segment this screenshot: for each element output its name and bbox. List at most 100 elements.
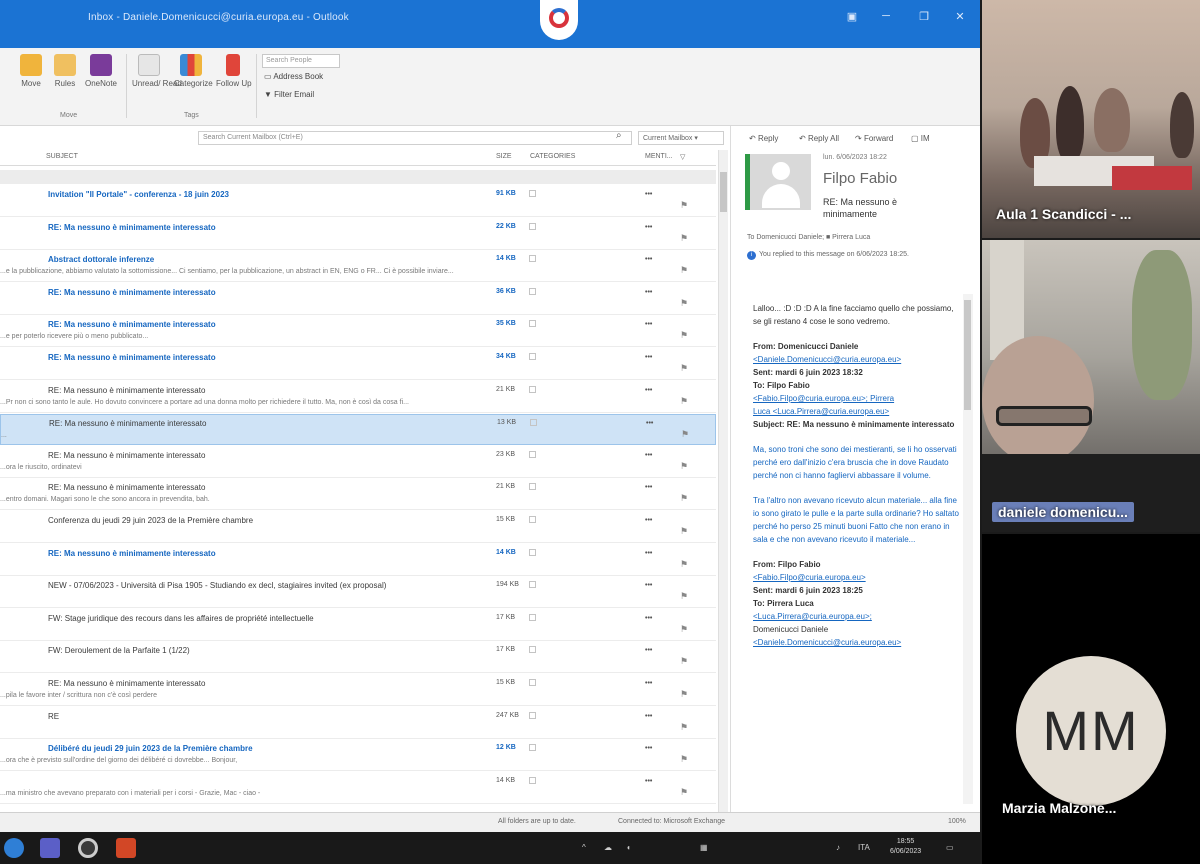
flag-icon[interactable]: ⚑ (680, 559, 688, 570)
message-row[interactable]: Abstract dottorale inferenze ...e la pubb… (0, 251, 716, 283)
filter-email-button[interactable]: ▼ Filter Email (264, 90, 314, 99)
email-link[interactable]: <Daniele.Domenicucci@curia.europa.eu> (753, 355, 901, 364)
close-button[interactable]: ✕ (950, 10, 970, 23)
tray-overflow-icon[interactable]: ^ (582, 843, 586, 852)
flag-icon[interactable]: ⚑ (680, 526, 688, 537)
sender-name[interactable]: Filpo Fabio (823, 170, 897, 187)
message-row[interactable]: FW: Deroulement de la Parfaite 1 (1/22) 1… (0, 642, 716, 674)
flag-icon[interactable]: ⚑ (680, 461, 688, 472)
category-box[interactable] (530, 419, 537, 427)
message-row[interactable]: RE: Ma nessuno è minimamente interessato… (0, 284, 716, 315)
flag-icon[interactable]: ⚑ (680, 396, 688, 407)
follow-up-button[interactable]: Follow Up (216, 54, 252, 88)
maximize-button[interactable]: ❐ (914, 10, 934, 23)
message-row[interactable]: RE: Ma nessuno è minimamente interessato… (0, 349, 716, 380)
column-categories[interactable]: CATEGORIES (530, 153, 575, 160)
message-row[interactable]: Conferenza du jeudi 29 juin 2023 de la P… (0, 512, 716, 543)
category-box[interactable] (529, 776, 536, 784)
category-box[interactable] (529, 190, 536, 197)
category-box[interactable] (529, 516, 536, 523)
email-link[interactable]: <Fabio.Filpo@curia.europa.eu>; Pirrera (753, 394, 894, 403)
email-link[interactable]: <Daniele.Domenicucci@curia.europa.eu> (753, 638, 901, 647)
message-row[interactable]: RE: Ma nessuno è minimamente interessato… (0, 479, 716, 511)
email-link[interactable]: <Luca.Pirrera@curia.europa.eu>; (753, 612, 872, 621)
email-link[interactable]: <Fabio.Filpo@curia.europa.eu> (753, 573, 866, 582)
flag-icon[interactable]: ⚑ (680, 493, 688, 504)
language-indicator[interactable]: ITA (858, 843, 870, 852)
flag-icon[interactable]: ⚑ (680, 298, 688, 309)
category-box[interactable] (529, 353, 536, 360)
message-row[interactable]: RE: Ma nessuno è minimamente interessato… (0, 382, 716, 413)
reply-button[interactable]: ↶ Reply (749, 134, 778, 143)
message-row[interactable]: RE: Ma nessuno è minimamente interessato… (0, 219, 716, 250)
minimize-button[interactable]: ─ (876, 10, 896, 22)
zoom-level[interactable]: 100% (948, 818, 966, 825)
message-row[interactable]: ...ma ministro che avevano preparato con… (0, 773, 716, 804)
categorize-button[interactable]: Categorize (174, 54, 213, 88)
notifications-icon[interactable]: ▭ (946, 843, 954, 852)
search-people-input[interactable]: Search People (262, 54, 340, 68)
flag-icon[interactable]: ⚑ (680, 200, 688, 211)
settings-icon[interactable] (78, 838, 98, 858)
category-box[interactable] (529, 548, 536, 556)
unread-read-button[interactable]: Unread/ Read (132, 54, 182, 88)
flag-icon[interactable]: ⚑ (680, 722, 688, 733)
address-book-button[interactable]: ▭ Address Book (264, 72, 323, 81)
message-row[interactable]: RE: Ma nessuno è minimamente interessato… (0, 414, 716, 446)
message-list-scrollbar[interactable] (718, 150, 728, 812)
search-icon[interactable]: ⌕ (616, 130, 622, 141)
ribbon-display-options-button[interactable]: ▣ (842, 10, 862, 23)
category-box[interactable] (529, 679, 536, 686)
flag-icon[interactable]: ⚑ (681, 429, 689, 440)
category-box[interactable] (529, 222, 536, 230)
search-scope-dropdown[interactable]: Current Mailbox ▾ (638, 131, 724, 145)
message-row[interactable]: Délibéré du jeudi 29 juin 2023 de la Pre… (0, 740, 716, 772)
category-box[interactable] (529, 613, 536, 621)
category-box[interactable] (529, 744, 536, 752)
rules-button[interactable]: Rules (48, 54, 82, 88)
category-box[interactable] (529, 711, 536, 719)
flag-icon[interactable]: ⚑ (680, 330, 688, 341)
participant-video-tile[interactable]: Aula 1 Scandicci - ... (982, 0, 1200, 238)
display-icon[interactable]: ▦ (700, 843, 708, 852)
taskbar-clock[interactable]: 18:55 6/06/2023 (890, 837, 921, 857)
onedrive-icon[interactable]: ☁ (604, 843, 612, 852)
flag-icon[interactable]: ⚑ (680, 233, 688, 244)
message-row[interactable]: FW: Stage juridique des recours dans les… (0, 610, 716, 641)
scrollbar-thumb[interactable] (720, 172, 727, 212)
flag-icon[interactable]: ⚑ (680, 656, 688, 667)
message-row[interactable]: RE: Ma nessuno è minimamente interessato… (0, 316, 716, 348)
network-icon[interactable]: ◖ (626, 843, 631, 852)
scrollbar-thumb[interactable] (964, 300, 971, 410)
volume-icon[interactable]: ♪ (836, 843, 840, 852)
powerpoint-icon[interactable] (116, 838, 136, 858)
list-group-header[interactable] (0, 170, 716, 184)
flag-icon[interactable]: ⚑ (680, 624, 688, 635)
move-button[interactable]: Move (14, 54, 48, 88)
message-row[interactable]: RE: Ma nessuno è minimamente interessato… (0, 675, 716, 706)
reply-all-button[interactable]: ↶ Reply All (799, 134, 839, 143)
category-box[interactable] (529, 287, 536, 295)
message-row[interactable]: Invitation "Il Portale" - conferenza - 1… (0, 186, 716, 217)
email-link[interactable]: Luca <Luca.Pirrera@curia.europa.eu> (753, 407, 889, 416)
meeting-app-logo-icon[interactable] (540, 0, 578, 40)
category-box[interactable] (529, 450, 536, 458)
search-input[interactable]: Search Current Mailbox (Ctrl+E) (198, 131, 632, 145)
message-row[interactable]: NEW - 07/06/2023 - Università di Pisa 19… (0, 577, 716, 609)
column-mentions[interactable]: MENTI... (645, 153, 673, 160)
flag-icon[interactable]: ⚑ (680, 265, 688, 276)
reading-pane-scrollbar[interactable] (963, 294, 973, 804)
flag-icon[interactable]: ⚑ (680, 591, 688, 602)
category-box[interactable] (529, 385, 536, 393)
participant-video-tile[interactable]: daniele domenicu... (982, 240, 1200, 532)
onenote-button[interactable]: OneNote (84, 54, 118, 88)
column-size[interactable]: SIZE (496, 153, 512, 160)
column-subject[interactable]: SUBJECT (46, 153, 78, 160)
teams-icon[interactable] (40, 838, 60, 858)
forward-button[interactable]: ↷ Forward (855, 134, 893, 143)
flag-icon[interactable]: ⚑ (680, 754, 688, 765)
flag-icon[interactable]: ⚑ (680, 363, 688, 374)
start-icon[interactable] (4, 838, 24, 858)
participant-video-tile[interactable]: MM Marzia Malzone... (982, 534, 1200, 864)
category-box[interactable] (529, 581, 536, 589)
